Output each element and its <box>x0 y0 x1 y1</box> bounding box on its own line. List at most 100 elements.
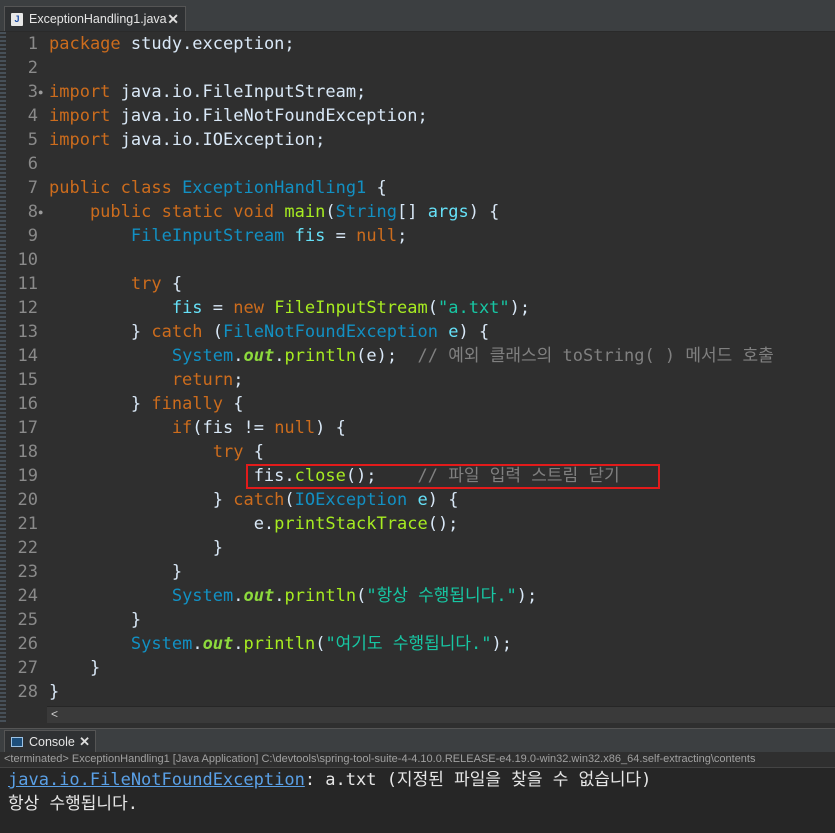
line-number: 5 <box>27 130 38 150</box>
code-token: ( <box>325 202 336 222</box>
code-token: = <box>202 298 234 318</box>
code-line[interactable]: return; <box>49 368 244 392</box>
code-token: public class <box>49 178 183 198</box>
code-line[interactable]: import java.io.IOException; <box>49 128 325 152</box>
code-token: FileNotFoundException <box>223 322 438 342</box>
line-number: 20 <box>17 490 38 510</box>
console-output[interactable]: java.io.FileNotFoundException: a.txt (지정… <box>0 768 835 833</box>
code-line[interactable]: } catch(IOException e) { <box>49 488 459 512</box>
code-token: try <box>49 274 162 294</box>
horizontal-scrollbar[interactable]: < <box>47 706 835 723</box>
console-tab[interactable]: Console ✕ <box>4 730 96 753</box>
code-line[interactable]: e.printStackTrace(); <box>49 512 459 536</box>
code-line[interactable]: import java.io.FileInputStream; <box>49 80 366 104</box>
line-number: 4 <box>27 106 38 126</box>
code-line[interactable]: } catch (FileNotFoundException e) { <box>49 320 489 344</box>
code-line[interactable]: public static void main(String[] args) { <box>49 200 499 224</box>
code-token: // 예외 클래스의 toString( ) 메서드 호출 <box>417 346 774 366</box>
scroll-left-arrow-icon[interactable]: < <box>51 707 58 722</box>
code-line[interactable]: System.out.println(e); // 예외 클래스의 toStri… <box>49 344 774 368</box>
code-token: "항상 수행됩니다." <box>366 586 517 606</box>
code-line[interactable]: fis.close(); // 파일 입력 스트림 닫기 <box>49 464 620 488</box>
code-line[interactable]: fis = new FileInputStream("a.txt"); <box>49 296 530 320</box>
close-tab-icon[interactable]: ✕ <box>167 11 179 28</box>
code-line[interactable]: } <box>49 536 223 560</box>
code-token: import <box>49 82 121 102</box>
code-token: } <box>49 538 223 558</box>
code-line[interactable]: } <box>49 608 141 632</box>
code-token: FileInputStream <box>274 298 428 318</box>
code-editor[interactable]: < 1 package study.exception; 2 3 ● import jav… <box>0 32 835 723</box>
code-token: study.exception; <box>130 34 295 54</box>
code-token: fis <box>171 298 203 318</box>
code-token: ; <box>397 226 408 246</box>
close-console-icon[interactable]: ✕ <box>79 734 90 750</box>
line-number: 16 <box>17 394 38 414</box>
code-token: (); <box>427 514 459 534</box>
line-number: 22 <box>17 538 38 558</box>
code-token: null <box>356 226 398 246</box>
code-token: ); <box>491 634 512 654</box>
code-line[interactable]: System.out.println("여기도 수행됩니다."); <box>49 632 512 656</box>
code-token: . <box>233 586 244 606</box>
code-line[interactable]: } <box>49 560 182 584</box>
console-output-line: java.io.FileNotFoundException: a.txt (지정… <box>8 768 651 792</box>
code-token: (); <box>345 466 418 486</box>
line-number: 27 <box>17 658 38 678</box>
code-line[interactable]: public class ExceptionHandling1 { <box>49 176 387 200</box>
code-token: { <box>161 274 183 294</box>
code-token: out <box>243 346 275 366</box>
code-token: e <box>417 490 428 510</box>
code-token: public static void <box>49 202 285 222</box>
code-line[interactable]: if(fis != null) { <box>49 416 346 440</box>
code-token: "a.txt" <box>438 298 510 318</box>
code-token: ( <box>427 298 438 318</box>
fold-marker-icon[interactable]: ● <box>38 200 46 224</box>
code-line[interactable]: } finally { <box>49 392 244 416</box>
code-token: { <box>223 394 244 414</box>
code-line[interactable]: package study.exception; <box>49 32 295 56</box>
console-output-text: 항상 수행됩니다. <box>8 794 138 814</box>
code-line[interactable]: } <box>49 680 59 704</box>
code-token: . <box>192 634 203 654</box>
code-token: { <box>243 442 264 462</box>
code-line[interactable]: try { <box>49 440 264 464</box>
line-number: 15 <box>17 370 38 390</box>
code-token: java.io.FileNotFoundException; <box>120 106 428 126</box>
line-number: 17 <box>17 418 38 438</box>
editor-tab-title: ExceptionHandling1.java <box>29 12 167 26</box>
code-token: ); <box>516 586 538 606</box>
code-token: out <box>202 634 234 654</box>
code-line[interactable]: FileInputStream fis = null; <box>49 224 407 248</box>
code-token: ) { <box>468 202 500 222</box>
code-token: String <box>335 202 398 222</box>
code-token: fis <box>294 226 326 246</box>
code-line[interactable]: } <box>49 656 100 680</box>
code-token: java.io.FileInputStream; <box>120 82 367 102</box>
code-line[interactable]: System.out.println("항상 수행됩니다."); <box>49 584 537 608</box>
code-token: args <box>427 202 469 222</box>
code-token: } <box>49 610 142 630</box>
code-token: = <box>325 226 357 246</box>
code-line[interactable]: try { <box>49 272 182 296</box>
line-number: 2 <box>27 58 38 78</box>
line-number: 21 <box>17 514 38 534</box>
exception-link[interactable]: java.io.FileNotFoundException <box>8 770 305 790</box>
code-token: System <box>171 346 234 366</box>
code-line[interactable]: import java.io.FileNotFoundException; <box>49 104 428 128</box>
line-number: 18 <box>17 442 38 462</box>
code-token: try <box>49 442 244 462</box>
line-number: 10 <box>17 250 38 270</box>
fold-marker-icon[interactable]: ● <box>38 80 46 104</box>
line-number: 24 <box>17 586 38 606</box>
line-number: 28 <box>17 682 38 702</box>
console-tab-bar: Console ✕ <box>0 728 835 753</box>
code-token: } <box>49 322 152 342</box>
editor-tab-exceptionhandling1[interactable]: J ExceptionHandling1.java ✕ <box>4 6 186 31</box>
console-tab-label: Console <box>29 735 75 749</box>
